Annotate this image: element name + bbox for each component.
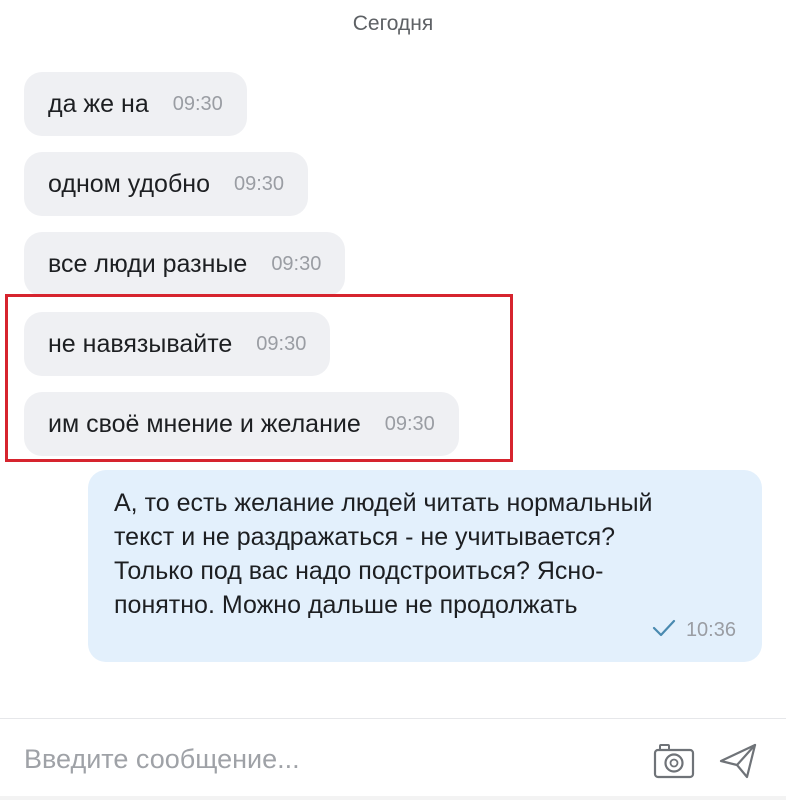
highlight-frame: [5, 294, 513, 462]
message-line: А, то есть желание людей читать нормальн…: [114, 489, 653, 517]
message-meta: 10:36: [652, 619, 736, 642]
message-text: да же на: [48, 89, 149, 118]
message-time: 09:30: [172, 92, 223, 115]
chat-screen: Сегодня да же на 09:30 одном удобно 09:3…: [0, 0, 786, 800]
message-line: понятно. Можно дальше не продолжать: [114, 591, 578, 619]
outgoing-message[interactable]: А, то есть желание людей читать нормальн…: [88, 470, 762, 662]
send-icon[interactable]: [716, 739, 760, 783]
message-time: 10:36: [685, 619, 736, 641]
message-text: все люди разные: [48, 249, 248, 278]
bottom-strip: [0, 796, 786, 800]
message-line: текст и не раздражаться - не учитывается…: [114, 523, 616, 551]
message-text: одном удобно: [48, 169, 210, 198]
message-time: 09:30: [233, 172, 285, 195]
message-composer: [0, 719, 786, 800]
incoming-message[interactable]: одном удобно 09:30: [24, 152, 309, 216]
message-time: 09:30: [271, 252, 322, 275]
camera-icon[interactable]: [652, 739, 696, 783]
message-input[interactable]: [24, 737, 624, 781]
incoming-message[interactable]: да же на 09:30: [24, 72, 247, 136]
message-line: Только под вас надо подстроиться? Ясно-: [114, 557, 604, 585]
incoming-message[interactable]: все люди разные 09:30: [24, 232, 346, 296]
check-icon: [652, 619, 676, 642]
date-separator: Сегодня: [352, 12, 434, 35]
